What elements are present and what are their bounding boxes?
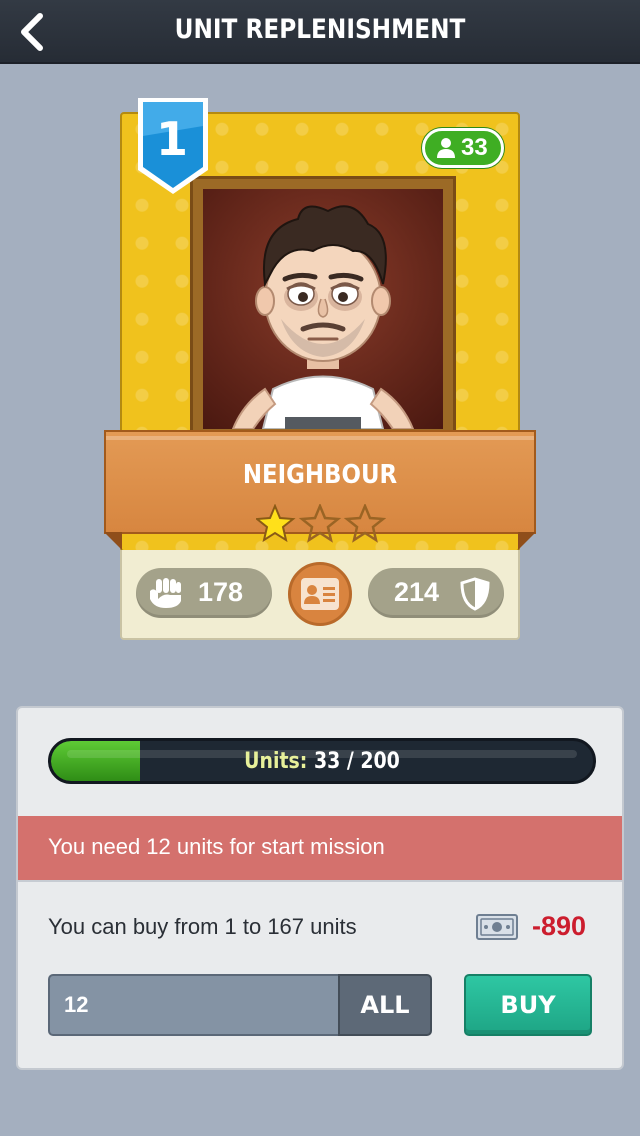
shield-icon bbox=[460, 577, 490, 611]
warning-text: You need 12 units for start mission bbox=[48, 834, 385, 859]
population-badge: 33 bbox=[422, 128, 504, 168]
star-empty-icon bbox=[298, 504, 342, 543]
unit-name: NEIGHBOUR bbox=[242, 460, 398, 490]
star-rating bbox=[256, 504, 386, 543]
units-label: Units: bbox=[244, 749, 308, 774]
replenish-panel: Units: 33 / 200 You need 12 units for st… bbox=[16, 706, 624, 1070]
page-title: UNIT REPLENISHMENT bbox=[174, 14, 466, 45]
attack-value: 178 bbox=[198, 577, 244, 607]
buy-range-text: You can buy from 1 to 167 units bbox=[48, 914, 357, 939]
star-filled-icon bbox=[256, 504, 296, 543]
star-empty-icon bbox=[343, 504, 386, 543]
id-card-icon bbox=[301, 578, 339, 610]
defense-value: 214 bbox=[394, 577, 440, 607]
unit-portrait bbox=[203, 189, 443, 429]
money-icon bbox=[476, 914, 518, 940]
buy-button[interactable]: BUY bbox=[464, 974, 592, 1036]
level-number: 1 bbox=[155, 112, 188, 166]
profile-button[interactable] bbox=[288, 562, 352, 626]
attack-stat: 178 bbox=[136, 568, 272, 618]
warning-banner: You need 12 units for start mission bbox=[18, 816, 622, 880]
person-icon bbox=[437, 138, 455, 158]
cost-value: -890 bbox=[532, 911, 587, 941]
ribbon-fold-right bbox=[518, 532, 536, 550]
population-count: 33 bbox=[461, 134, 488, 161]
fist-icon bbox=[150, 578, 181, 608]
portrait-frame bbox=[190, 176, 456, 438]
units-progress-bar: Units: 33 / 200 bbox=[48, 738, 596, 784]
unit-portrait-illustration bbox=[231, 205, 415, 429]
divider bbox=[18, 880, 622, 882]
top-bar: UNIT REPLENISHMENT bbox=[0, 0, 640, 64]
units-value: 33 / 200 bbox=[313, 749, 400, 774]
ribbon-fold-left bbox=[104, 532, 122, 550]
all-button[interactable]: ALL bbox=[338, 974, 432, 1036]
defense-stat: 214 bbox=[368, 568, 504, 618]
quantity-input[interactable] bbox=[48, 974, 338, 1036]
units-progress-text: Units: 33 / 200 bbox=[89, 749, 555, 774]
